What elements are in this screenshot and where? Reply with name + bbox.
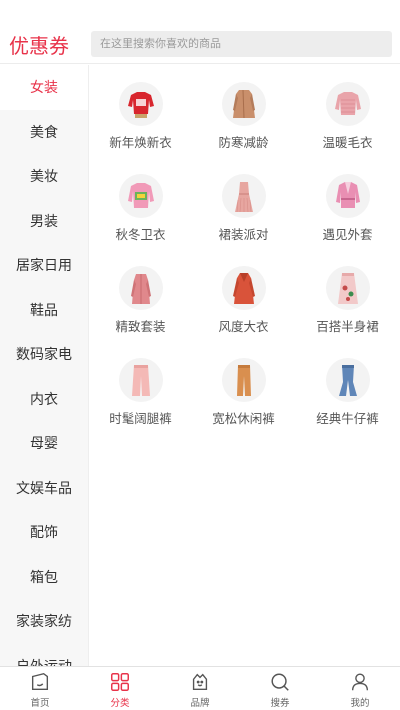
wide-leg-pants-icon	[119, 358, 163, 402]
sidebar-item-bags[interactable]: 箱包	[0, 555, 88, 600]
pink-dress-icon	[222, 174, 266, 218]
sidebar-item-accessories[interactable]: 配饰	[0, 510, 88, 555]
subcategory-label: 宽松休闲裤	[212, 411, 275, 426]
sidebar-item-shoes[interactable]: 鞋品	[0, 288, 88, 333]
subcategory-jeans[interactable]: 经典牛仔裤	[296, 341, 399, 431]
red-sweater-icon	[119, 82, 163, 126]
subcategory-jacket[interactable]: 遇见外套	[296, 157, 399, 247]
subcategory-label: 秋冬卫衣	[115, 227, 166, 242]
sidebar-item-electronics[interactable]: 数码家电	[0, 332, 88, 377]
tab-label: 品牌	[190, 698, 210, 709]
category-grid-icon	[109, 671, 131, 693]
subcategory-hoodie[interactable]: 秋冬卫衣	[89, 157, 192, 247]
sidebar-item-home-textiles[interactable]: 家装家纺	[0, 599, 88, 644]
casual-pants-icon	[222, 358, 266, 402]
jeans-icon	[326, 358, 370, 402]
subcategory-party-dress[interactable]: 裙装派对	[192, 157, 295, 247]
subcategory-label: 防寒减龄	[218, 135, 269, 150]
subcategory-suit-set[interactable]: 精致套装	[89, 249, 192, 339]
subcategory-grid: 新年焕新衣 防寒减龄 温暖毛衣 秋冬卫衣 裙装派对 遇见外套 精致套装 风度大衣…	[89, 65, 400, 666]
tab-search-coupon[interactable]: 搜券	[240, 667, 320, 710]
home-icon	[29, 671, 51, 693]
pink-suit-icon	[119, 266, 163, 310]
search-icon	[269, 671, 291, 693]
top-header: 优惠券 在这里搜索你喜欢的商品	[0, 0, 400, 64]
user-icon	[349, 671, 371, 693]
subcategory-label: 新年焕新衣	[109, 135, 172, 150]
subcategory-label: 裙装派对	[218, 227, 269, 242]
pink-jacket-icon	[326, 174, 370, 218]
subcategory-label: 风度大衣	[218, 319, 269, 334]
subcategory-new-year[interactable]: 新年焕新衣	[89, 65, 192, 155]
tab-profile[interactable]: 我的	[320, 667, 400, 710]
tab-category[interactable]: 分类	[80, 667, 160, 710]
sidebar-item-beauty[interactable]: 美妆	[0, 154, 88, 199]
search-input[interactable]: 在这里搜索你喜欢的商品	[91, 31, 392, 57]
sidebar-item-womens[interactable]: 女装	[0, 65, 88, 110]
printed-skirt-icon	[326, 266, 370, 310]
subcategory-casual-pants[interactable]: 宽松休闲裤	[192, 341, 295, 431]
subcategory-label: 百搭半身裙	[316, 319, 379, 334]
sidebar-item-household[interactable]: 居家日用	[0, 243, 88, 288]
tab-label: 分类	[110, 698, 130, 709]
sidebar-item-outdoor[interactable]: 户外运动	[0, 644, 88, 666]
red-long-coat-icon	[222, 266, 266, 310]
subcategory-label: 遇见外套	[322, 227, 373, 242]
sidebar-item-food[interactable]: 美食	[0, 110, 88, 155]
subcategory-label: 时髦阔腿裤	[109, 411, 172, 426]
app-logo: 优惠券	[9, 34, 69, 58]
tab-home[interactable]: 首页	[0, 667, 80, 710]
tab-label: 我的	[350, 698, 370, 709]
category-sidebar: 女装 美食 美妆 男装 居家日用 鞋品 数码家电 内衣 母婴 文娱车品 配饰 箱…	[0, 65, 89, 666]
sidebar-item-underwear[interactable]: 内衣	[0, 377, 88, 422]
tab-label: 搜券	[270, 698, 290, 709]
subcategory-wide-leg-pants[interactable]: 时髦阔腿裤	[89, 341, 192, 431]
brand-icon	[189, 671, 211, 693]
subcategory-long-coat[interactable]: 风度大衣	[192, 249, 295, 339]
subcategory-warm-sweater[interactable]: 温暖毛衣	[296, 65, 399, 155]
tab-brand[interactable]: 品牌	[160, 667, 240, 710]
subcategory-label: 温暖毛衣	[322, 135, 373, 150]
pink-knit-sweater-icon	[326, 82, 370, 126]
camel-coat-icon	[222, 82, 266, 126]
subcategory-label: 经典牛仔裤	[316, 411, 379, 426]
subcategory-skirt[interactable]: 百搭半身裙	[296, 249, 399, 339]
sidebar-item-baby[interactable]: 母婴	[0, 421, 88, 466]
tab-label: 首页	[30, 698, 50, 709]
bottom-tab-bar: 首页 分类 品牌 搜券 我的	[0, 666, 400, 710]
subcategory-winter-young[interactable]: 防寒减龄	[192, 65, 295, 155]
sidebar-item-mens[interactable]: 男装	[0, 199, 88, 244]
sidebar-item-entertainment-auto[interactable]: 文娱车品	[0, 466, 88, 511]
pink-sweatshirt-icon	[119, 174, 163, 218]
subcategory-label: 精致套装	[115, 319, 166, 334]
